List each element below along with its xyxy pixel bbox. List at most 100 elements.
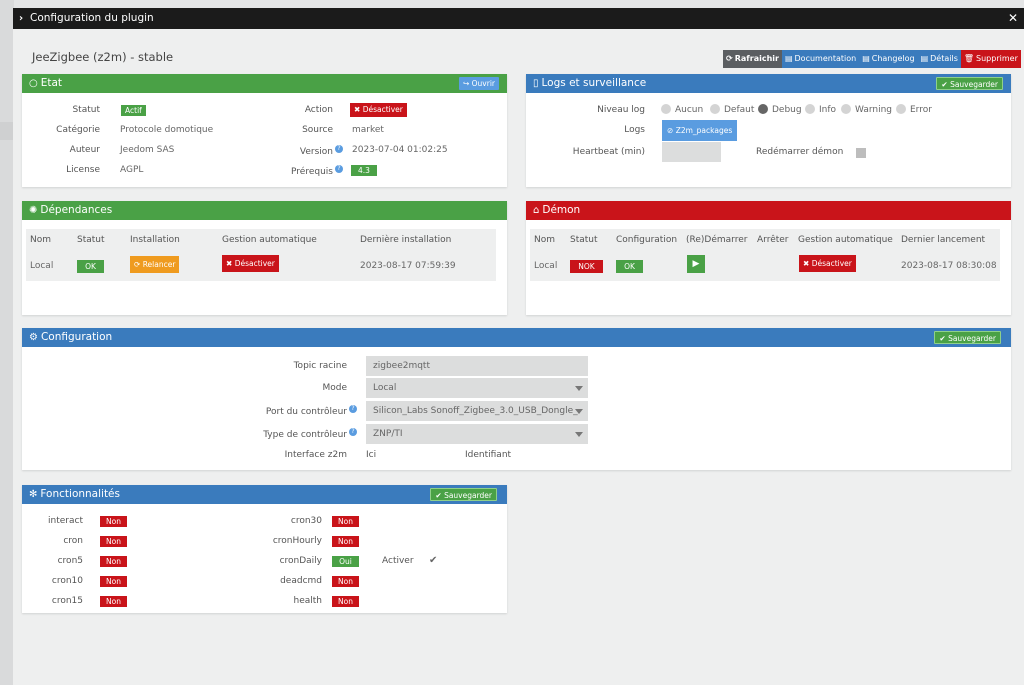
heartbeat-input[interactable] (662, 142, 721, 162)
feature-status-badge: Non (100, 576, 127, 587)
categorie-label: Catégorie (56, 125, 100, 135)
activer-checkbox[interactable]: ✔ (429, 555, 437, 566)
logs-header: ▯ Logs et surveillance ✔ Sauvegarder (526, 74, 1011, 93)
times-icon: ✖ (803, 259, 810, 268)
type-controleur-select[interactable]: ZNP/TI (366, 424, 588, 444)
open-button[interactable]: ↪ Ouvrir (458, 77, 499, 90)
feature-name: cron15 (51, 596, 83, 606)
fonctionnalites-save-button[interactable]: ✔ Sauvegarder (430, 488, 497, 501)
relancer-button[interactable]: ⟳ Relancer (130, 256, 180, 273)
close-icon[interactable]: ✕ (1008, 8, 1018, 29)
changelog-button[interactable]: ▤ Changelog (859, 50, 918, 68)
paperclip-icon: ⊘ (667, 126, 674, 135)
book-icon: ▤ (784, 54, 793, 63)
deactivate-plugin-button[interactable]: ✖ Désactiver (350, 103, 407, 117)
mode-select[interactable]: Local (366, 378, 588, 398)
type-controleur-label: Type de contrôleur? (263, 428, 357, 440)
radio-icon (805, 104, 815, 114)
demon-name: Local (534, 261, 558, 271)
demon-auto-disable-button[interactable]: ✖ Désactiver (799, 255, 856, 272)
column-header: Nom (534, 235, 556, 245)
plugin-config-modal: › Configuration du plugin ✕ JeeZigbee (z… (13, 8, 1024, 685)
column-header: Dernier lancement (901, 235, 986, 245)
dependance-auto-disable-button[interactable]: ✖ Désactiver (222, 255, 279, 272)
etat-header: ○ Etat ↪ Ouvrir (22, 74, 507, 93)
feature-status-badge: Non (332, 596, 359, 607)
column-header: Gestion automatique (798, 235, 893, 245)
play-icon: ▶ (692, 259, 700, 269)
check-circle-icon: ✔ (435, 491, 442, 500)
refresh-icon: ⟳ (726, 54, 733, 63)
feature-status-badge: Oui (332, 556, 359, 567)
details-button[interactable]: ▤ Détails (917, 50, 961, 68)
logs-panel: ▯ Logs et surveillance ✔ Sauvegarder Nive… (526, 74, 1011, 187)
derniere-installation-value: 2023-08-17 07:59:39 (360, 261, 456, 271)
configuration-panel: ⚙ Configuration ✔ Sauvegarder Topic racin… (22, 328, 1011, 470)
help-icon[interactable]: ? (335, 165, 343, 173)
action-label: Action (304, 105, 333, 115)
categorie-value: Protocole domotique (120, 125, 214, 135)
bank-icon: ⌂ (533, 205, 540, 216)
column-header: Installation (130, 235, 180, 245)
dependances-header: ✺ Dépendances (22, 201, 507, 220)
configuration-save-button[interactable]: ✔ Sauvegarder (934, 331, 1001, 344)
log-level-warning[interactable]: Warning (841, 104, 892, 115)
plugin-toolbar: ⟳ Rafraichir ▤ Documentation ▤ Changelog ▤ D… (723, 50, 1021, 68)
log-level-debug[interactable]: Debug (758, 104, 802, 115)
file-icon: ▯ (533, 78, 539, 89)
documentation-button[interactable]: ▤ Documentation (781, 50, 860, 68)
statut-badge: Actif (121, 105, 146, 116)
logs-save-button[interactable]: ✔ Sauvegarder (936, 77, 1003, 90)
demon-panel: ⌂ Démon Nom Statut Configuration (Re)Déma… (526, 201, 1011, 315)
activer-label: Activer (382, 556, 414, 566)
auteur-label: Auteur (69, 145, 100, 155)
feature-status-badge: Non (100, 536, 127, 547)
times-icon: ✖ (354, 105, 361, 114)
demon-status-badge: NOK (570, 260, 603, 273)
interface-ici-link[interactable]: Ici (366, 450, 376, 460)
background-bar (0, 122, 14, 140)
radio-icon (710, 104, 720, 114)
refresh-button[interactable]: ⟳ Rafraichir (723, 50, 782, 68)
plugin-name: JeeZigbee (z2m) - stable (32, 50, 174, 64)
circle-icon: ○ (29, 78, 38, 89)
feature-name: cron30 (290, 516, 322, 526)
source-label: Source (302, 125, 333, 135)
chevron-down-icon (575, 409, 583, 414)
certificate-icon: ✺ (29, 205, 38, 216)
delete-button[interactable]: 🗑 Supprimer (960, 50, 1021, 68)
prerequis-label: Prérequis? (291, 165, 343, 177)
check-circle-icon: ✔ (941, 80, 948, 89)
help-icon[interactable]: ? (335, 145, 343, 153)
demon-header: ⌂ Démon (526, 201, 1011, 220)
feature-name: cron5 (57, 556, 83, 566)
demon-config-badge: OK (616, 260, 643, 273)
background-page (0, 0, 14, 685)
feature-status-badge: Non (332, 576, 359, 587)
topic-racine-label: Topic racine (293, 361, 347, 371)
log-level-info[interactable]: Info (805, 104, 836, 115)
chevron-down-icon (575, 386, 583, 391)
feature-status-badge: Non (100, 596, 127, 607)
column-header: (Re)Démarrer (686, 235, 748, 245)
log-level-defaut[interactable]: Defaut (710, 104, 754, 115)
z2m-packages-log-button[interactable]: ⊘ Z2m_packages (662, 120, 738, 141)
dependances-table: Nom Statut Installation Gestion automati… (26, 229, 496, 281)
column-header: Gestion automatique (222, 235, 317, 245)
niveau-log-label: Niveau log (597, 105, 645, 115)
feature-status-badge: Non (100, 556, 127, 567)
port-select[interactable]: Silicon_Labs Sonoff_Zigbee_3.0_USB_Dongl… (366, 401, 588, 421)
topic-racine-input[interactable]: zigbee2mqtt (366, 356, 588, 376)
log-level-error[interactable]: Error (896, 104, 932, 115)
dependances-panel: ✺ Dépendances Nom Statut Installation Ges… (22, 201, 507, 315)
restart-daemon-checkbox[interactable] (856, 148, 866, 158)
play-button[interactable]: ▶ (687, 255, 705, 273)
help-icon[interactable]: ? (349, 428, 357, 436)
help-icon[interactable]: ? (349, 405, 357, 413)
fonctionnalites-panel: ✻ Fonctionnalités ✔ Sauvegarder interact … (22, 485, 507, 613)
feature-status-badge: Non (100, 516, 127, 527)
dependance-status-badge: OK (77, 260, 104, 273)
share-icon: ↪ (462, 79, 470, 88)
log-level-aucun[interactable]: Aucun (661, 104, 703, 115)
feature-name: deadcmd (280, 576, 322, 586)
